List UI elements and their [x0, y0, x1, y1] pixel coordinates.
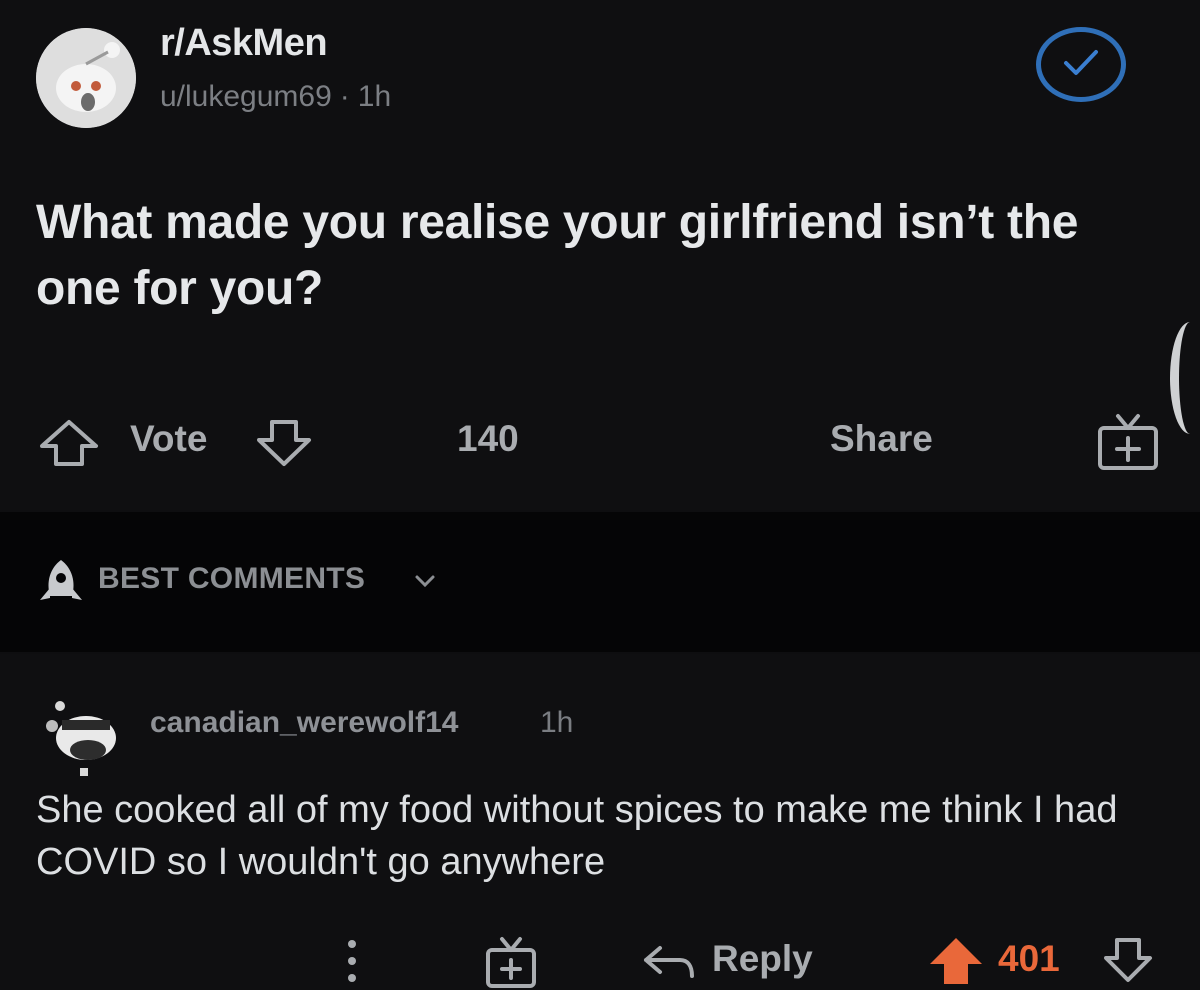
comment-sort-bar[interactable]: BEST COMMENTS	[0, 512, 1200, 652]
upvote-icon[interactable]	[36, 418, 102, 468]
post-title[interactable]: What made you realise your girlfriend is…	[36, 190, 1156, 322]
comment-count[interactable]: 140	[457, 418, 519, 460]
comment-author[interactable]: canadian_werewolf14	[150, 706, 458, 740]
downvote-icon[interactable]	[254, 418, 314, 468]
commenter-avatar[interactable]	[36, 676, 126, 776]
post-author[interactable]: u/lukegum69	[160, 80, 332, 113]
meta-separator: ·	[339, 80, 350, 113]
more-vertical-icon[interactable]	[345, 936, 359, 986]
gift-plus-icon[interactable]	[484, 934, 538, 990]
chevron-down-icon	[415, 575, 435, 588]
vote-label: Vote	[130, 418, 208, 459]
post-action-bar: Vote 140 Share	[0, 400, 1200, 480]
sort-label: BEST COMMENTS	[98, 562, 366, 595]
reply-arrow-icon[interactable]	[640, 942, 696, 982]
comment-age: 1h	[540, 706, 574, 739]
post-card: r/AskMen u/lukegum69 · 1h What made you re…	[0, 0, 1200, 510]
downvote-icon[interactable]	[1102, 936, 1154, 984]
comment-score: 401	[998, 938, 1060, 979]
comment-action-bar: Reply 401	[0, 930, 1200, 990]
subreddit-avatar[interactable]	[36, 28, 136, 128]
snoo-avatar-icon	[36, 28, 136, 128]
share-button[interactable]: Share	[830, 418, 933, 460]
gift-plus-icon[interactable]	[1096, 410, 1160, 472]
comment-body: She cooked all of my food without spices…	[36, 789, 1118, 883]
post-meta: u/lukegum69 · 1h	[160, 80, 391, 114]
rocket-icon	[40, 560, 82, 600]
subreddit-name[interactable]: r/AskMen	[160, 22, 328, 65]
comment-item: canadian_werewolf14 1h She cooked all of…	[0, 654, 1200, 990]
reddit-post-screen: r/AskMen u/lukegum69 · 1h What made you re…	[0, 0, 1200, 990]
snoo-avatar-icon	[46, 701, 116, 776]
post-age: 1h	[357, 80, 392, 113]
joined-check-button[interactable]	[1036, 27, 1126, 102]
check-circle-icon	[1064, 50, 1098, 75]
reply-button[interactable]: Reply	[712, 938, 813, 980]
upvote-icon[interactable]	[926, 934, 986, 986]
